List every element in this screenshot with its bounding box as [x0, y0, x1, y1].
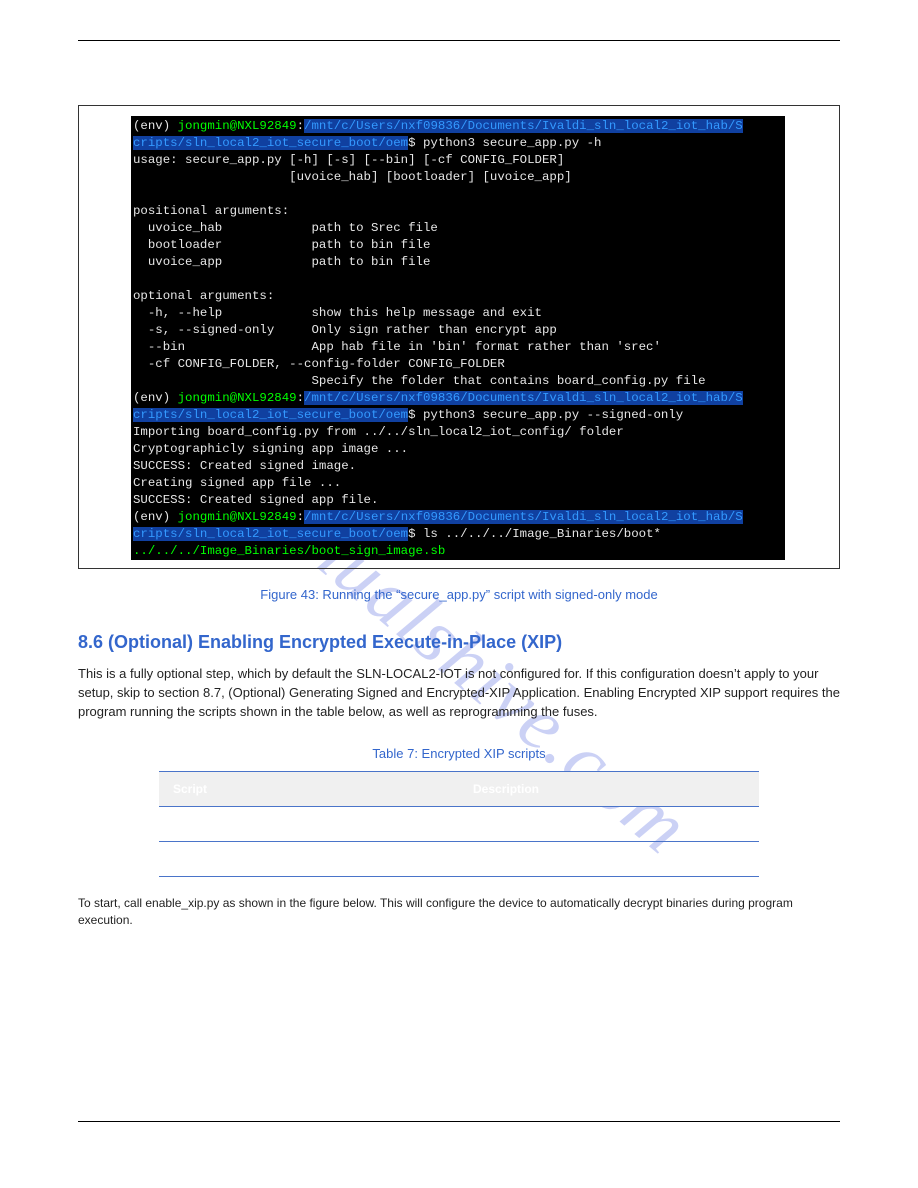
- term-out-6: ../../../Image_Binaries/boot_sign_image.…: [133, 544, 445, 558]
- term-opt-4: -cf CONFIG_FOLDER, --config-folder CONFI…: [133, 357, 505, 371]
- term-out-2: Cryptographicly signing app image ...: [133, 442, 408, 456]
- term-opt-3: --bin App hab file in 'bin' format rathe…: [133, 340, 661, 354]
- scripts-table: Script Description enable_xip.py Enable …: [159, 771, 759, 877]
- term-colon-3: :: [297, 510, 304, 524]
- term-usage-2: [uvoice_hab] [bootloader] [uvoice_app]: [133, 170, 572, 184]
- term-pos-2: bootloader path to bin file: [133, 238, 430, 252]
- bottom-rule: [78, 1121, 840, 1122]
- body-paragraph: This is a fully optional step, which by …: [78, 665, 840, 722]
- term-env-3: (env): [133, 510, 178, 524]
- term-cmd-3: $ ls ../../../Image_Binaries/boot*: [408, 527, 661, 541]
- table-cell-script-1: enable_xip.py: [159, 806, 459, 841]
- footer-page-number: 44: [78, 1146, 90, 1158]
- table-cell-script-2: secure_app.py: [159, 841, 459, 876]
- terminal-output: (env) jongmin@NXL92849:/mnt/c/Users/nxf0…: [131, 116, 785, 560]
- figure-box: (env) jongmin@NXL92849:/mnt/c/Users/nxf0…: [78, 105, 840, 569]
- term-pos-h: positional arguments:: [133, 204, 289, 218]
- table-caption: Table 7: Encrypted XIP scripts: [78, 746, 840, 761]
- term-cmd-2: $ python3 secure_app.py --signed-only: [408, 408, 683, 422]
- term-user-2: jongmin@NXL92849: [178, 391, 297, 405]
- table-header-desc: Description: [459, 771, 759, 806]
- term-out-5: SUCCESS: Created signed app file.: [133, 493, 378, 507]
- term-path-1b: cripts/sln_local2_iot_secure_boot/oem: [133, 136, 408, 150]
- section-heading: 8.6 (Optional) Enabling Encrypted Execut…: [78, 632, 840, 653]
- table-cell-desc-1: Enable Encrypted XIP: [459, 806, 759, 841]
- term-out-1: Importing board_config.py from ../../sln…: [133, 425, 624, 439]
- term-pos-3: uvoice_app path to bin file: [133, 255, 430, 269]
- term-usage-1: usage: secure_app.py [-h] [-s] [--bin] […: [133, 153, 564, 167]
- term-colon-1: :: [297, 119, 304, 133]
- term-path-3a: /mnt/c/Users/nxf09836/Documents/Ivaldi_s…: [304, 510, 743, 524]
- term-path-1a: /mnt/c/Users/nxf09836/Documents/Ivaldi_s…: [304, 119, 743, 133]
- term-path-3b: cripts/sln_local2_iot_secure_boot/oem: [133, 527, 408, 541]
- table-row: enable_xip.py Enable Encrypted XIP: [159, 806, 759, 841]
- table-header-script: Script: [159, 771, 459, 806]
- term-user-1: jongmin@NXL92849: [178, 119, 297, 133]
- page-footer: 44 SLN-LOCAL2-IOT Developer’s Guide, Rev…: [78, 1146, 840, 1158]
- term-opt-h: optional arguments:: [133, 289, 274, 303]
- term-user-3: jongmin@NXL92849: [178, 510, 297, 524]
- top-rule: [78, 40, 840, 41]
- footer-doc-info: SLN-LOCAL2-IOT Developer’s Guide, Rev. 1…: [458, 1146, 840, 1158]
- table-cell-desc-2: Sign and Encrypt Application Image: [459, 841, 759, 876]
- term-out-4: Creating signed app file ...: [133, 476, 341, 490]
- term-pos-1: uvoice_hab path to Srec file: [133, 221, 438, 235]
- term-cmd-1: $ python3 secure_app.py -h: [408, 136, 601, 150]
- term-colon-2: :: [297, 391, 304, 405]
- table-header-row: Script Description: [159, 771, 759, 806]
- table-row: secure_app.py Sign and Encrypt Applicati…: [159, 841, 759, 876]
- term-opt-1: -h, --help show this help message and ex…: [133, 306, 542, 320]
- page-content: (env) jongmin@NXL92849:/mnt/c/Users/nxf0…: [78, 0, 840, 1188]
- figure-caption: Figure 43: Running the “secure_app.py” s…: [78, 587, 840, 602]
- term-opt-5: Specify the folder that contains board_c…: [133, 374, 706, 388]
- term-path-2b: cripts/sln_local2_iot_secure_boot/oem: [133, 408, 408, 422]
- following-paragraph: To start, call enable_xip.py as shown in…: [78, 895, 840, 930]
- term-out-3: SUCCESS: Created signed image.: [133, 459, 356, 473]
- term-env-1: (env): [133, 119, 178, 133]
- term-opt-2: -s, --signed-only Only sign rather than …: [133, 323, 557, 337]
- term-path-2a: /mnt/c/Users/nxf09836/Documents/Ivaldi_s…: [304, 391, 743, 405]
- term-env-2: (env): [133, 391, 178, 405]
